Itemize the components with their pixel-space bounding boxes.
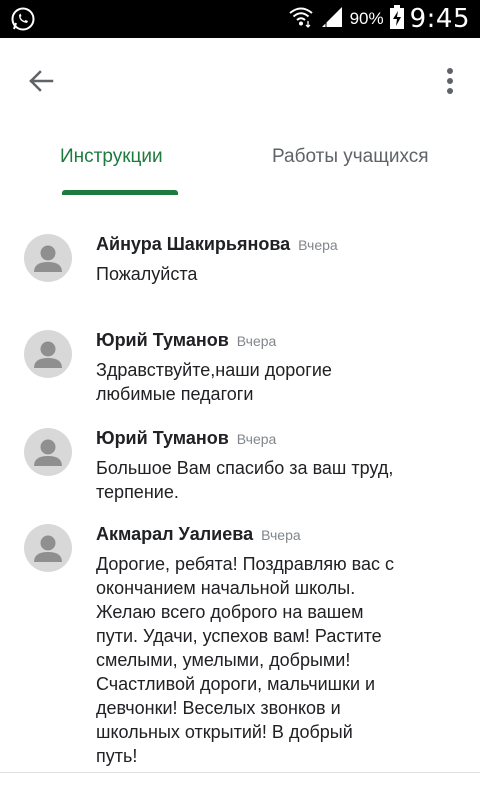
battery-charging-icon [389, 4, 404, 34]
clock-time: 9:45 [409, 4, 470, 34]
back-button[interactable] [22, 62, 60, 100]
battery-percent: 90% [349, 9, 384, 28]
active-tab-indicator [62, 190, 178, 195]
back-arrow-icon [29, 70, 54, 92]
comment-author: Акмарал Уалиева [96, 524, 254, 544]
comment-text: Здравствуйте,наши дорогие любимые педаго… [96, 360, 332, 404]
avatar [24, 330, 72, 378]
comment-author: Айнура Шакирьянова [96, 234, 291, 254]
comment-time: Вчера [236, 431, 277, 447]
comment-time: Вчера [236, 333, 277, 349]
tab-bar: Инструкции Работы учащихся [0, 120, 480, 196]
signal-icon [320, 6, 344, 33]
comment-text: Большое Вам спасибо за ваш труд, терпени… [96, 458, 394, 502]
tab-student-works[interactable]: Работы учащихся [272, 146, 429, 168]
comment-author: Юрий Туманов [96, 428, 229, 448]
comment-time: Вчера [298, 237, 338, 253]
comment-author: Юрий Туманов [96, 330, 229, 350]
avatar [24, 234, 72, 282]
app-bar [0, 38, 480, 120]
comment-text: Пожалуйста [96, 264, 198, 284]
avatar [24, 428, 72, 476]
whatsapp-icon [10, 6, 36, 32]
comment-time: Вчера [261, 527, 301, 543]
person-icon [34, 245, 62, 272]
tab-instructions[interactable]: Инструкции [60, 146, 163, 168]
person-icon [34, 535, 62, 562]
avatar [24, 524, 72, 572]
status-bar: 90% 9:45 [0, 0, 480, 38]
more-vert-icon [447, 68, 453, 94]
person-icon [34, 341, 62, 368]
divider [0, 772, 480, 773]
wifi-icon [288, 5, 314, 34]
more-options-button[interactable] [438, 62, 462, 100]
person-icon [34, 439, 62, 466]
comment-text: Дорогие, ребята! Поздравляю вас с оконча… [96, 554, 394, 766]
